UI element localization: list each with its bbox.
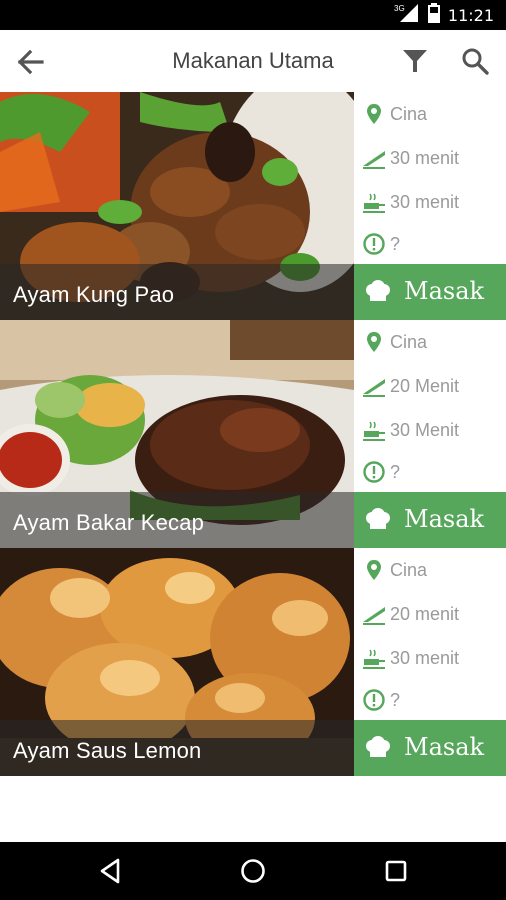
prep-time-text: 20 Menit [390, 375, 460, 396]
pan-icon [362, 646, 386, 670]
cuisine-row: Cina [354, 322, 506, 362]
cook-button-label: Masak [404, 505, 485, 533]
location-pin-icon [362, 330, 386, 354]
alert-circle-icon [362, 460, 386, 484]
cook-time-row: 30 menit [354, 638, 506, 678]
chef-hat-icon [364, 736, 392, 765]
svg-text:3G: 3G [394, 4, 405, 13]
prep-time-text: 30 menit [390, 147, 460, 168]
knife-icon [362, 602, 386, 626]
navigation-bar [0, 842, 506, 900]
pan-icon [362, 418, 386, 442]
knife-icon [362, 146, 386, 170]
location-pin-icon [362, 102, 386, 126]
cuisine-row: Cina [354, 550, 506, 590]
difficulty-text: ? [390, 233, 401, 254]
recipe-name: Ayam Kung Pao [0, 264, 354, 320]
prep-time-row: 20 menit [354, 594, 506, 634]
recipe-name: Ayam Bakar Kecap [0, 492, 354, 548]
cook-time-text: 30 menit [390, 647, 460, 668]
battery-icon [427, 2, 440, 28]
cook-time-row: 30 menit [354, 182, 506, 222]
pan-icon [362, 190, 386, 214]
difficulty-row: ? [354, 452, 506, 492]
recipe-card[interactable]: Ayam Saus Lemon Cina 20 menit 30 menit ?… [0, 548, 506, 776]
nav-home-icon[interactable] [238, 856, 268, 886]
cook-button-label: Masak [404, 277, 485, 305]
difficulty-row: ? [354, 680, 506, 720]
cuisine-text: Cina [390, 559, 428, 580]
filter-icon[interactable] [400, 46, 430, 76]
recipe-info: Cina 20 menit 30 menit ? [354, 548, 506, 720]
recipe-info: Cina 30 menit 30 menit ? [354, 92, 506, 264]
recipe-photo: Ayam Bakar Kecap [0, 320, 354, 548]
alert-circle-icon [362, 232, 386, 256]
difficulty-text: ? [390, 461, 401, 482]
cuisine-row: Cina [354, 94, 506, 134]
cuisine-text: Cina [390, 331, 428, 352]
cuisine-text: Cina [390, 103, 428, 124]
nav-recents-icon[interactable] [381, 856, 411, 886]
back-arrow-icon[interactable] [16, 47, 46, 77]
recipe-card[interactable]: Ayam Bakar Kecap Cina 20 Menit 30 Menit [0, 320, 506, 548]
prep-time-text: 20 menit [390, 603, 460, 624]
cook-button[interactable]: Masak [354, 264, 506, 320]
prep-time-row: 20 Menit [354, 366, 506, 406]
cook-button[interactable]: Masak [354, 492, 506, 548]
recipe-card[interactable]: Ayam Kung Pao Cina 30 menit 30 menit ? M… [0, 92, 506, 320]
status-time: 11:21 [447, 5, 494, 25]
recipe-info: Cina 20 Menit 30 Menit ? [354, 320, 506, 492]
cook-button[interactable]: Masak [354, 720, 506, 776]
signal-icon: 3G [394, 3, 420, 28]
location-pin-icon [362, 558, 386, 582]
page-title: Makanan Utama [172, 48, 334, 73]
recipe-list: Ayam Kung Pao Cina 30 menit 30 menit ? M… [0, 92, 506, 776]
alert-circle-icon [362, 688, 386, 712]
chef-hat-icon [364, 508, 392, 537]
app-bar: Makanan Utama [0, 30, 506, 92]
difficulty-text: ? [390, 689, 401, 710]
knife-icon [362, 374, 386, 398]
chef-hat-icon [364, 280, 392, 309]
difficulty-row: ? [354, 224, 506, 264]
cook-button-label: Masak [404, 733, 485, 761]
cook-time-text: 30 Menit [390, 419, 460, 440]
recipe-name: Ayam Saus Lemon [0, 720, 354, 776]
prep-time-row: 30 menit [354, 138, 506, 178]
cook-time-row: 30 Menit [354, 410, 506, 450]
recipe-photo: Ayam Saus Lemon [0, 548, 354, 776]
recipe-photo: Ayam Kung Pao [0, 92, 354, 320]
search-icon[interactable] [460, 46, 490, 76]
nav-back-icon[interactable] [96, 856, 126, 886]
cook-time-text: 30 menit [390, 191, 460, 212]
status-bar: 3G 11:21 [0, 0, 506, 30]
